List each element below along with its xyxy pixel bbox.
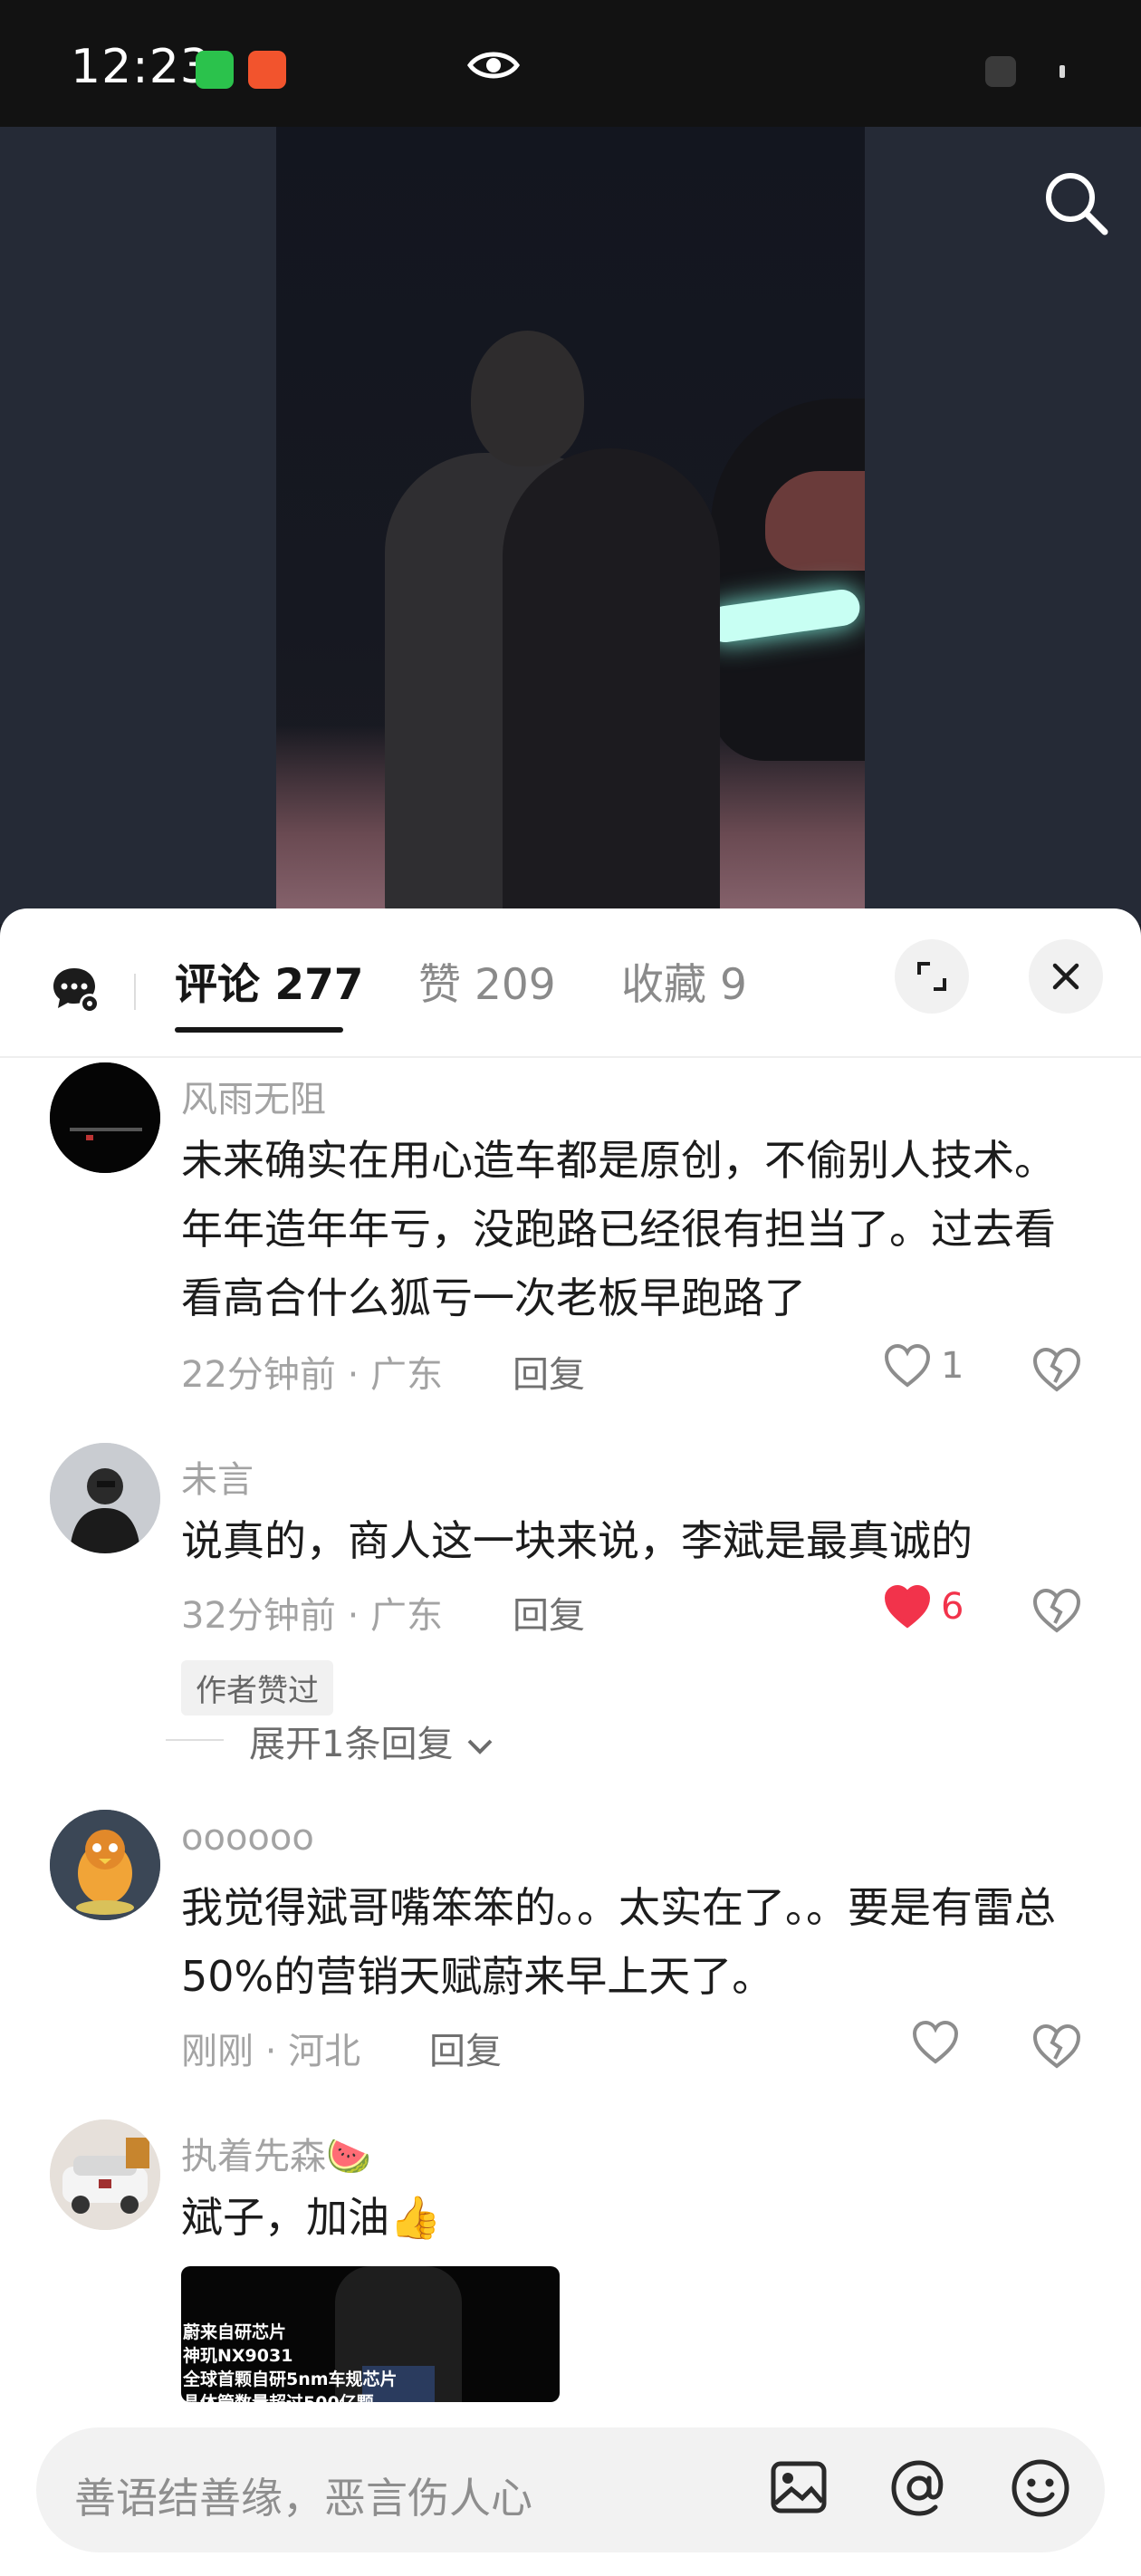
comment-item: 风雨无阻 未来确实在用心造车都是原创，不偷别人技术。年年造年年亏，没跑路已经很有…: [0, 1062, 1141, 1443]
reply-button[interactable]: 回复: [513, 1345, 585, 1398]
tab-favorites[interactable]: 收藏 9: [621, 949, 747, 1012]
sheet-tabs: 评论 277 赞 209 收藏 9: [0, 908, 1141, 1058]
eye-icon: [466, 47, 521, 87]
image-caption: 蔚来自研芯片 神玑NX9031 全球首颗自研5nm车规芯片 晶体管数量超过500…: [183, 2322, 398, 2402]
comment-text: 我觉得斌哥嘴笨笨的。。太实在了。。要是有雷总50%的营销天赋蔚来早上天了。: [181, 1883, 1056, 2001]
author-liked-badge: 作者赞过: [181, 1660, 333, 1716]
comment-username[interactable]: 风雨无阻: [181, 1070, 326, 1122]
avatar[interactable]: [50, 2119, 160, 2230]
tab-comments[interactable]: 评论 277: [175, 949, 363, 1012]
like-button[interactable]: 6: [883, 1584, 964, 1629]
comment-text: 未来确实在用心造车都是原创，不偷别人技术。年年造年年亏，没跑路已经很有担当了。过…: [181, 1136, 1056, 1322]
comment-item: 执着先森🍉 斌子，加油👍 蔚来自研芯片 神玑NX9031 全球首颗自研5nm车规…: [0, 2119, 1141, 2409]
comment-input[interactable]: 善语结善缘，恶言伤人心: [74, 2465, 532, 2525]
person-man-head: [471, 331, 584, 466]
comment-image[interactable]: 蔚来自研芯片 神玑NX9031 全球首颗自研5nm车规芯片 晶体管数量超过500…: [181, 2266, 560, 2402]
heart-icon: [884, 1584, 931, 1629]
wechat-icon: [196, 51, 234, 89]
chevron-down-icon: [467, 1739, 493, 1754]
avatar[interactable]: [50, 1062, 160, 1173]
tab-divider: [134, 974, 136, 1010]
comment-input-bar[interactable]: 善语结善缘，恶言伤人心: [36, 2427, 1105, 2552]
comment-username[interactable]: 未言: [181, 1450, 254, 1503]
comment-username[interactable]: oooooo: [181, 1817, 314, 1859]
expand-replies-label: 展开1条回复: [249, 1724, 454, 1765]
search-icon[interactable]: [1041, 168, 1110, 241]
video-frame: [276, 127, 865, 924]
reply-button[interactable]: 回复: [513, 1586, 585, 1639]
expand-divider: [166, 1739, 224, 1741]
active-tab-indicator: [175, 1027, 343, 1033]
like-count: 6: [941, 1586, 964, 1628]
avatar[interactable]: [50, 1810, 160, 1920]
image-icon[interactable]: [768, 2456, 829, 2522]
heart-icon: [912, 2020, 959, 2064]
expand-button[interactable]: [895, 939, 969, 1014]
avatar[interactable]: [50, 1443, 160, 1553]
dislike-heart-icon[interactable]: [1031, 1587, 1083, 1638]
video-player[interactable]: [0, 127, 1141, 924]
emoji-icon[interactable]: [1009, 2456, 1072, 2523]
heart-icon: [884, 1343, 931, 1388]
dislike-heart-icon[interactable]: [1031, 1346, 1083, 1397]
person-woman: [503, 448, 720, 924]
close-button[interactable]: [1029, 939, 1103, 1014]
status-bar: 12:23: [0, 0, 1141, 127]
expand-replies-button[interactable]: 展开1条回复: [249, 1715, 495, 1767]
status-indicator-icon: [1060, 65, 1065, 78]
comment-sheet: 评论 277 赞 209 收藏 9 风雨无阻 未来确实在用心造车都是原创，不偷别…: [0, 908, 1141, 2576]
status-indicator-icon: [985, 56, 1016, 87]
close-icon: [1052, 963, 1079, 990]
status-time: 12:23: [71, 40, 211, 94]
comment-text: 说真的，商人这一块来说，李斌是最真诚的: [181, 1516, 973, 1565]
comment-settings-icon[interactable]: [51, 965, 101, 1019]
comment-username[interactable]: 执着先森🍉: [181, 2127, 371, 2179]
at-icon[interactable]: [887, 2456, 951, 2523]
car-shape: [711, 399, 865, 761]
like-button[interactable]: 1: [883, 1343, 964, 1389]
comment-meta: 22分钟前 · 广东: [181, 1354, 444, 1396]
app-icon: [248, 51, 286, 89]
comment-meta: 32分钟前 · 广东: [181, 1595, 444, 1637]
comment-meta: 刚刚 · 河北: [181, 2031, 361, 2072]
reply-button[interactable]: 回复: [429, 2022, 502, 2074]
comment-item: 未言 说真的，商人这一块来说，李斌是最真诚的 32分钟前 · 广东 回复 6 作…: [0, 1443, 1141, 1823]
like-count: 1: [941, 1345, 964, 1387]
dislike-heart-icon[interactable]: [1031, 2023, 1083, 2073]
expand-icon: [917, 962, 946, 991]
comment-item: oooooo 我觉得斌哥嘴笨笨的。。太实在了。。要是有雷总50%的营销天赋蔚来早…: [0, 1810, 1141, 2118]
tab-likes[interactable]: 赞 209: [418, 949, 556, 1012]
comment-text: 斌子，加油👍: [181, 2193, 442, 2242]
like-button[interactable]: [911, 2020, 960, 2065]
